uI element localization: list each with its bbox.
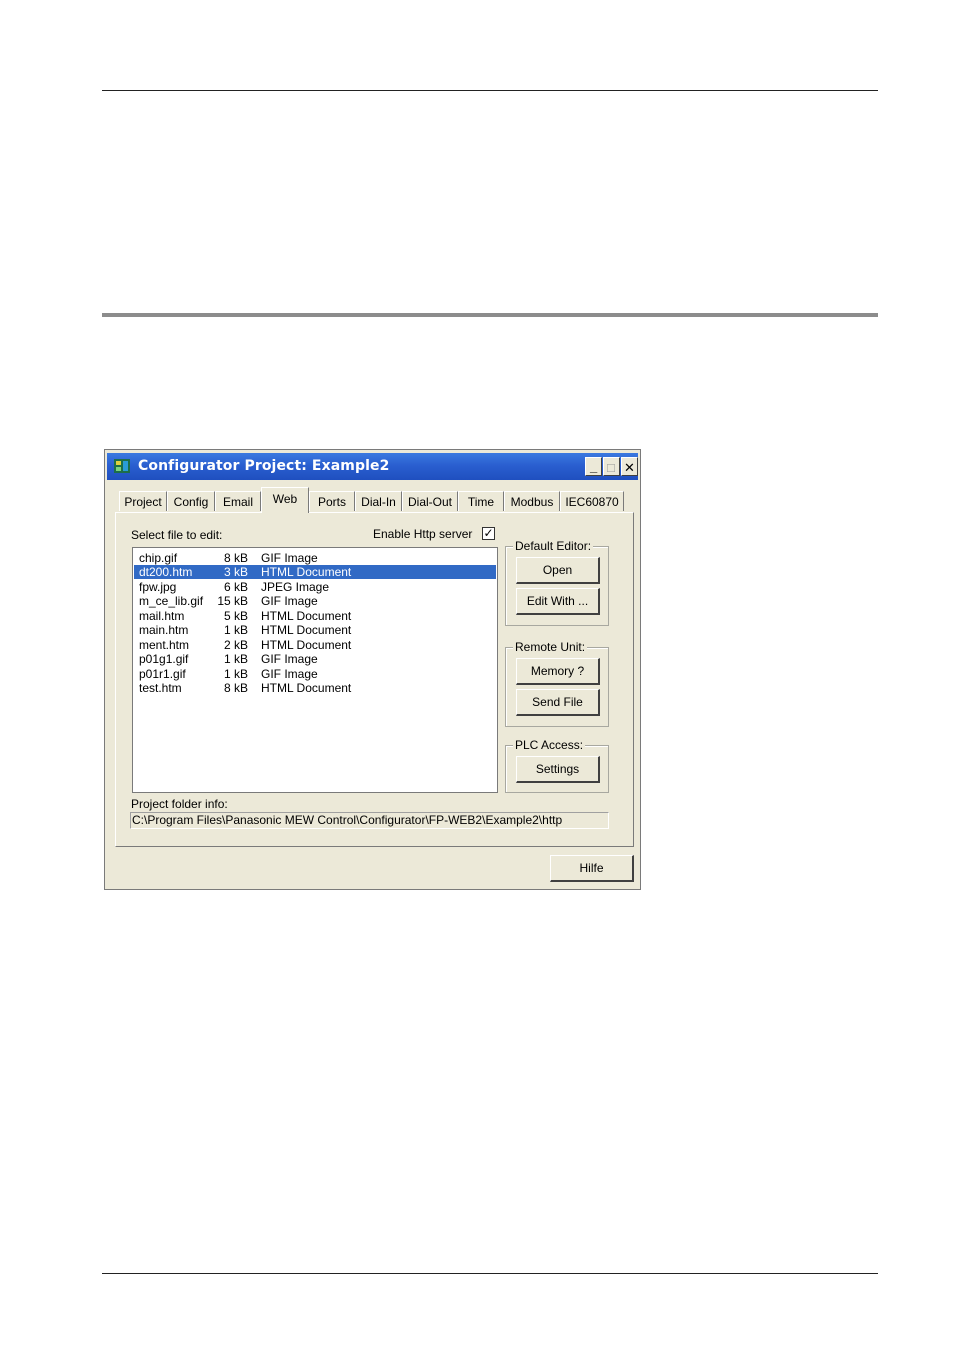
file-name: p01r1.gif — [139, 667, 186, 681]
file-type: HTML Document — [261, 623, 352, 637]
tab-web[interactable]: Web — [261, 487, 309, 513]
title-bar[interactable]: Configurator Project: Example2 _ □ ✕ — [107, 453, 638, 480]
file-size: 6 kB — [223, 580, 248, 594]
maximize-icon: □ — [607, 460, 615, 475]
list-item[interactable]: p01g1.gif 1 kB GIF Image — [134, 652, 496, 666]
tab-project[interactable]: Project — [119, 491, 167, 511]
maximize-button[interactable]: □ — [603, 457, 620, 476]
file-size: 15 kB — [217, 594, 248, 608]
list-item[interactable]: p01r1.gif 1 kB GIF Image — [134, 667, 496, 681]
configurator-window: Configurator Project: Example2 _ □ ✕ Pro… — [104, 449, 641, 890]
memory-button[interactable]: Memory ? — [516, 658, 600, 685]
list-item[interactable]: fpw.jpg 6 kB JPEG Image — [134, 580, 496, 594]
file-type: HTML Document — [261, 681, 352, 695]
file-size: 5 kB — [223, 609, 248, 623]
settings-button[interactable]: Settings — [516, 756, 600, 783]
file-name: ment.htm — [139, 638, 190, 652]
enable-http-checkbox[interactable]: ✓ — [482, 527, 495, 540]
project-folder-path: C:\Program Files\Panasonic MEW Control\C… — [130, 812, 609, 829]
default-editor-title: Default Editor: — [513, 539, 594, 553]
tab-time[interactable]: Time — [458, 491, 504, 511]
close-button[interactable]: ✕ — [621, 457, 638, 476]
file-size: 8 kB — [223, 551, 248, 565]
minimize-button[interactable]: _ — [585, 457, 602, 476]
file-name: main.htm — [139, 623, 189, 637]
footer-rule — [102, 1273, 878, 1274]
tab-dial-in[interactable]: Dial-In — [355, 491, 402, 511]
list-item[interactable]: mail.htm 5 kB HTML Document — [134, 609, 496, 623]
file-type: GIF Image — [261, 652, 318, 666]
file-size: 1 kB — [223, 667, 248, 681]
file-type: GIF Image — [261, 667, 318, 681]
default-editor-group: Default Editor: Open Edit With ... — [505, 539, 609, 626]
open-button[interactable]: Open — [516, 557, 600, 584]
plc-access-group: PLC Access: Settings — [505, 738, 609, 793]
file-type: HTML Document — [261, 638, 352, 652]
header-rule — [102, 90, 878, 91]
file-name: test.htm — [139, 681, 182, 695]
file-size: 8 kB — [223, 681, 248, 695]
tab-modbus[interactable]: Modbus — [504, 491, 560, 511]
file-size: 1 kB — [223, 623, 248, 637]
tab-ports[interactable]: Ports — [309, 491, 355, 511]
section-rule — [102, 313, 878, 317]
list-item[interactable]: chip.gif 8 kB GIF Image — [134, 551, 496, 565]
file-type: JPEG Image — [261, 580, 330, 594]
file-name: m_ce_lib.gif — [139, 594, 204, 608]
plc-access-title: PLC Access: — [513, 738, 586, 752]
edit-with-button[interactable]: Edit With ... — [516, 588, 600, 615]
tab-strip: Project Config Email Web Ports Dial-In D… — [115, 487, 635, 513]
file-name: dt200.htm — [139, 565, 193, 579]
file-type: GIF Image — [261, 551, 318, 565]
list-item[interactable]: m_ce_lib.gif 15 kB GIF Image — [134, 594, 496, 608]
project-folder-label: Project folder info: — [131, 797, 228, 811]
file-name: p01g1.gif — [139, 652, 189, 666]
tab-config[interactable]: Config — [167, 491, 215, 511]
close-icon: ✕ — [624, 460, 635, 475]
enable-http-label: Enable Http server — [373, 527, 473, 541]
list-item-selected[interactable]: dt200.htm 3 kB HTML Document — [134, 565, 496, 579]
tab-dial-out[interactable]: Dial-Out — [402, 491, 458, 511]
file-size: 1 kB — [223, 652, 248, 666]
file-type: HTML Document — [261, 609, 352, 623]
file-size: 2 kB — [223, 638, 248, 652]
file-type: GIF Image — [261, 594, 318, 608]
app-icon — [114, 459, 130, 473]
check-icon: ✓ — [483, 526, 494, 540]
minimize-icon: _ — [590, 459, 598, 474]
remote-unit-group: Remote Unit: Memory ? Send File — [505, 640, 609, 727]
send-file-button[interactable]: Send File — [516, 689, 600, 716]
select-file-label: Select file to edit: — [131, 528, 223, 542]
tab-email[interactable]: Email — [215, 491, 261, 511]
file-name: chip.gif — [139, 551, 178, 565]
file-size: 3 kB — [223, 565, 248, 579]
help-button[interactable]: Hilfe — [550, 855, 634, 882]
file-name: fpw.jpg — [139, 580, 177, 594]
file-name: mail.htm — [139, 609, 185, 623]
tab-iec60870[interactable]: IEC60870 — [560, 491, 624, 511]
window-title: Configurator Project: Example2 — [138, 458, 390, 474]
list-item[interactable]: test.htm 8 kB HTML Document — [134, 681, 496, 695]
file-list[interactable]: chip.gif 8 kB GIF Image dt200.htm 3 kB H… — [132, 547, 498, 793]
list-item[interactable]: ment.htm 2 kB HTML Document — [134, 638, 496, 652]
remote-unit-title: Remote Unit: — [513, 640, 588, 654]
list-item[interactable]: main.htm 1 kB HTML Document — [134, 623, 496, 637]
file-type: HTML Document — [261, 565, 352, 579]
